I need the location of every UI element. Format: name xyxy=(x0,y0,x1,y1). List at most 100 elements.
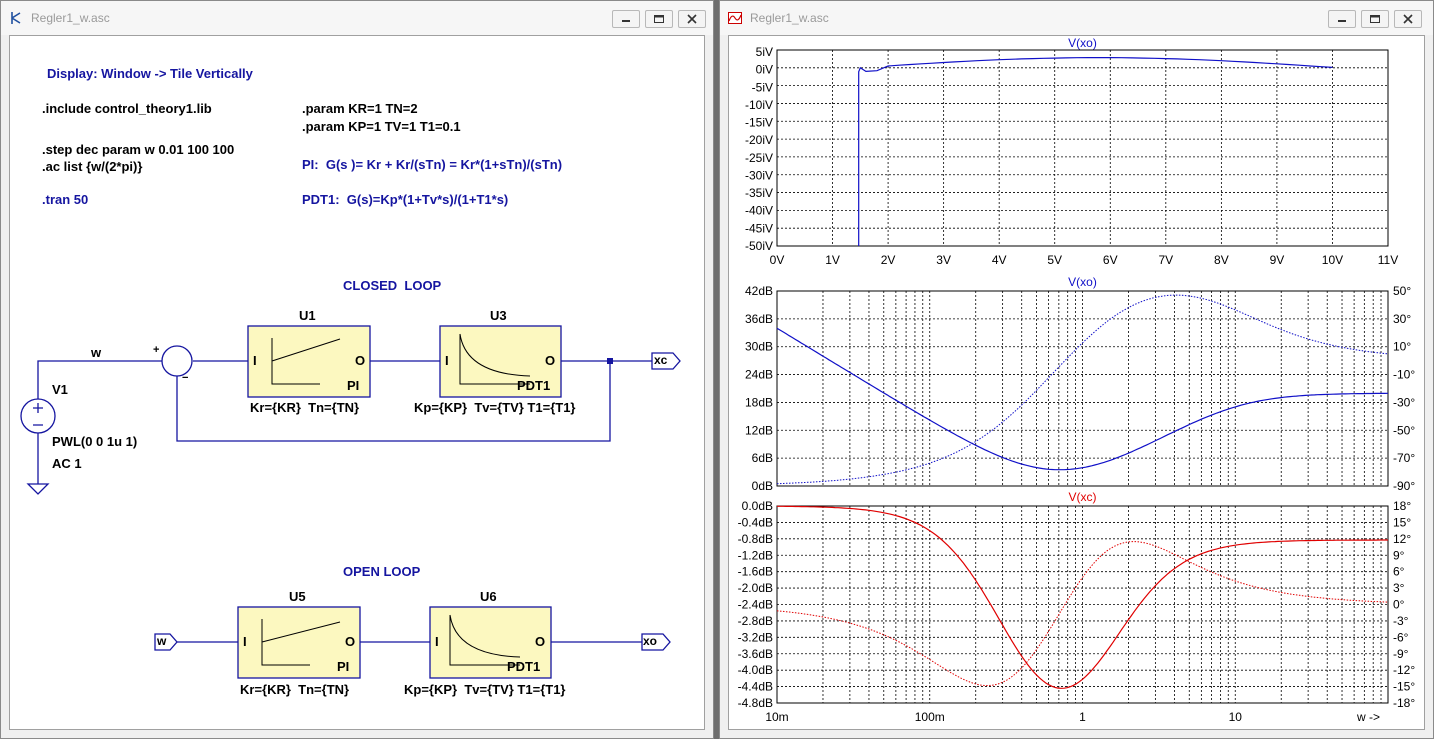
waveform-canvas[interactable]: V(xo) 5iV 0iV -5iV -10iV -15iV -20iV -25iV -30iV… xyxy=(728,35,1425,730)
close-button[interactable] xyxy=(678,10,706,28)
plot3-ytick: -2.8dB xyxy=(738,614,773,628)
plot3-ytick: -4.8dB xyxy=(738,696,773,710)
plot1-xtick: 10V xyxy=(1322,253,1343,267)
plot1-xtick: 7V xyxy=(1158,253,1173,267)
plot2-ytick: 36dB xyxy=(745,312,773,326)
plot3-ytick: -3.2dB xyxy=(738,630,773,644)
plot1-frame xyxy=(776,49,1389,247)
plot3-y2tick: 12° xyxy=(1393,532,1411,546)
plot2-ytick: 12dB xyxy=(745,423,773,437)
plot3-ytick: -4.0dB xyxy=(738,663,773,677)
plot3-ytick: -1.6dB xyxy=(738,565,773,579)
plot2-ytick: 24dB xyxy=(745,368,773,382)
plot3-ytick: 0.0dB xyxy=(742,499,773,513)
minimize-icon xyxy=(1338,20,1346,22)
schematic-app-icon xyxy=(11,12,21,24)
u6-in-pin: I xyxy=(435,634,439,649)
close-icon xyxy=(687,14,697,24)
u1-type: PI xyxy=(347,378,360,393)
u5-params: Kr={KR} Tn={TN} xyxy=(240,682,350,697)
restore-icon xyxy=(654,15,664,23)
u1-in-pin: I xyxy=(253,353,257,368)
waveform-app-icon xyxy=(728,12,742,24)
close-icon xyxy=(1403,14,1413,24)
u6-name: U6 xyxy=(480,589,497,604)
plot3-y2tick: -9° xyxy=(1393,647,1409,661)
plot3-xaxis-label: w -> xyxy=(1356,710,1380,724)
waveform-window-title: Regler1_w.asc xyxy=(750,11,829,25)
source-value: PWL(0 0 1u 1) xyxy=(52,434,138,449)
plot2-y2tick: -90° xyxy=(1393,479,1415,493)
junction-dot xyxy=(607,358,613,364)
plot3-xtick: 10m xyxy=(765,710,788,724)
plot1-ytick: 5iV xyxy=(756,45,773,59)
plot1-ytick: 0iV xyxy=(756,63,773,77)
netlabel-xc: xc xyxy=(654,353,668,367)
plot3-ytick: -4.4dB xyxy=(738,680,773,694)
u1-name: U1 xyxy=(299,308,316,323)
plot1-ytick: -20iV xyxy=(745,133,773,147)
plot1-xtick: 0V xyxy=(770,253,785,267)
plot3-y2tick: -18° xyxy=(1393,696,1415,710)
u6-params: Kp={KP} Tv={TV} T1={T1} xyxy=(404,682,566,697)
minimize-icon xyxy=(622,20,630,22)
waveform-minimize-button[interactable] xyxy=(1328,10,1356,28)
plot2-y2tick: 30° xyxy=(1393,312,1411,326)
plot1-ytick: -25iV xyxy=(745,151,773,165)
plot3-ytick: -1.2dB xyxy=(738,548,773,562)
plot1-xtick: 8V xyxy=(1214,253,1229,267)
u5-out-pin: O xyxy=(345,634,356,649)
plot2-ytick: 18dB xyxy=(745,395,773,409)
plot1-ytick: -40iV xyxy=(745,204,773,218)
plot1-ytick: -50iV xyxy=(745,239,773,253)
voltage-source-v1[interactable] xyxy=(20,398,56,434)
schematic-window-title: Regler1_w.asc xyxy=(31,11,110,25)
plot3-y2tick: -15° xyxy=(1393,680,1415,694)
plot3-y2tick: 0° xyxy=(1393,598,1405,612)
waveform-plots[interactable]: V(xo) 5iV 0iV -5iV -10iV -15iV -20iV -25iV -30iV… xyxy=(729,36,1426,733)
plot2-ytick: 6dB xyxy=(752,451,773,465)
schematic-canvas[interactable]: Display: Window -> Tile Vertically .incl… xyxy=(9,35,705,730)
restore-icon xyxy=(1370,15,1380,23)
u5-type: PI xyxy=(337,659,350,674)
waveform-restore-button[interactable] xyxy=(1361,10,1389,28)
plot3-y2tick: 15° xyxy=(1393,515,1411,529)
plot2-y2tick: 50° xyxy=(1393,284,1411,298)
plot1-xtick: 3V xyxy=(936,253,951,267)
ground-symbol xyxy=(26,483,50,495)
waveform-close-button[interactable] xyxy=(1394,10,1422,28)
plot3-ytick: -0.4dB xyxy=(738,515,773,529)
restore-button[interactable] xyxy=(645,10,673,28)
plot1-ytick: -35iV xyxy=(745,186,773,200)
u5-name: U5 xyxy=(289,589,306,604)
plot1-ytick: -30iV xyxy=(745,168,773,182)
plot1-ytick: -15iV xyxy=(745,116,773,130)
u1-params: Kr={KR} Tn={TN} xyxy=(250,400,360,415)
plot3-xtick: 100m xyxy=(915,710,945,724)
waveform-titlebar[interactable]: Regler1_w.asc xyxy=(720,1,1433,35)
plot2-ytick: 0dB xyxy=(752,479,773,493)
plot1-ytick: -45iV xyxy=(745,221,773,235)
plot1-xtick: 9V xyxy=(1270,253,1285,267)
u3-params: Kp={KP} Tv={TV} T1={T1} xyxy=(414,400,576,415)
plot1-trace-label: V(xo) xyxy=(1068,36,1097,50)
u5-in-pin: I xyxy=(243,634,247,649)
wire-label-w: w xyxy=(91,345,102,360)
schematic-titlebar[interactable]: Regler1_w.asc xyxy=(1,1,713,35)
plot1-xtick: 1V xyxy=(825,253,840,267)
u1-out-pin: O xyxy=(355,353,366,368)
u3-name: U3 xyxy=(490,308,507,323)
plot2-y2tick: -70° xyxy=(1393,451,1415,465)
plot1-xtick: 6V xyxy=(1103,253,1118,267)
plot3-y2tick: 18° xyxy=(1393,499,1411,513)
plot3-ytick: -2.0dB xyxy=(738,581,773,595)
minimize-button[interactable] xyxy=(612,10,640,28)
source-ac: AC 1 xyxy=(52,456,82,471)
plot2-y2tick: 10° xyxy=(1393,340,1411,354)
source-name: V1 xyxy=(52,382,68,397)
plot1-xtick: 4V xyxy=(992,253,1007,267)
plot2-trace-label: V(xo) xyxy=(1068,275,1097,289)
plot3-y2tick: 9° xyxy=(1393,548,1405,562)
plot1-xtick: 5V xyxy=(1047,253,1062,267)
plot3-y2tick: 3° xyxy=(1393,581,1405,595)
